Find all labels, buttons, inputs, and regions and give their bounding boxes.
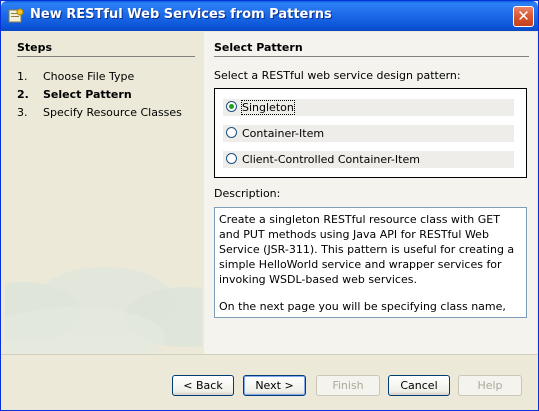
description-text-area[interactable]: Create a singleton RESTful resource clas… — [214, 207, 527, 318]
window-title: New RESTful Web Services from Patterns — [30, 7, 332, 22]
step-label: Select Pattern — [43, 88, 132, 101]
step-number: 3. — [17, 106, 28, 119]
step-label: Specify Resource Classes — [43, 106, 182, 119]
radio-option-container-item[interactable]: Container-Item — [223, 125, 514, 142]
step-number: 2. — [17, 88, 29, 101]
step-label: Choose File Type — [43, 70, 135, 83]
close-icon: ✕ — [517, 7, 530, 25]
finish-button[interactable]: Finish — [316, 375, 380, 396]
steps-heading: Steps — [17, 41, 53, 54]
step-number: 1. — [17, 70, 28, 83]
description-paragraph: On the next page you will be specifying … — [219, 300, 506, 317]
close-button[interactable]: ✕ — [513, 6, 534, 27]
radio-label: Client-Controlled Container-Item — [242, 153, 420, 166]
dialog-window: New RESTful Web Services from Patterns ✕… — [0, 0, 539, 411]
content-panel: Select Pattern Select a RESTful web serv… — [204, 32, 537, 354]
button-bar-divider — [1, 354, 538, 355]
description-label: Description: — [214, 187, 281, 200]
radio-button[interactable] — [226, 127, 237, 138]
decorative-background — [5, 267, 202, 354]
app-icon — [8, 8, 24, 23]
cancel-button[interactable]: Cancel — [388, 375, 450, 396]
back-button[interactable]: < Back — [172, 375, 234, 396]
radio-option-client-controlled[interactable]: Client-Controlled Container-Item — [223, 151, 514, 168]
radio-button[interactable] — [226, 153, 237, 164]
step-item: 1. Choose File Type — [17, 70, 134, 83]
steps-panel: Steps 1. Choose File Type 2. Select Patter… — [5, 32, 202, 354]
title-divider — [214, 56, 529, 57]
step-item: 3. Specify Resource Classes — [17, 106, 182, 119]
steps-divider — [17, 56, 195, 57]
pattern-prompt: Select a RESTful web service design patt… — [214, 69, 461, 82]
radio-label: Container-Item — [242, 127, 325, 140]
step-item-active: 2. Select Pattern — [17, 88, 132, 101]
description-paragraph: Create a singleton RESTful resource clas… — [219, 213, 515, 286]
title-bar[interactable]: New RESTful Web Services from Patterns ✕ — [1, 1, 538, 31]
page-title: Select Pattern — [214, 41, 303, 54]
radio-option-singleton[interactable]: Singleton — [223, 99, 514, 116]
next-button[interactable]: Next > — [243, 375, 306, 396]
help-button[interactable]: Help — [458, 375, 522, 396]
pattern-radio-group: Singleton Container-Item Client-Controll… — [214, 88, 527, 178]
radio-label: Singleton — [241, 100, 295, 115]
radio-button-selected[interactable] — [226, 101, 237, 112]
